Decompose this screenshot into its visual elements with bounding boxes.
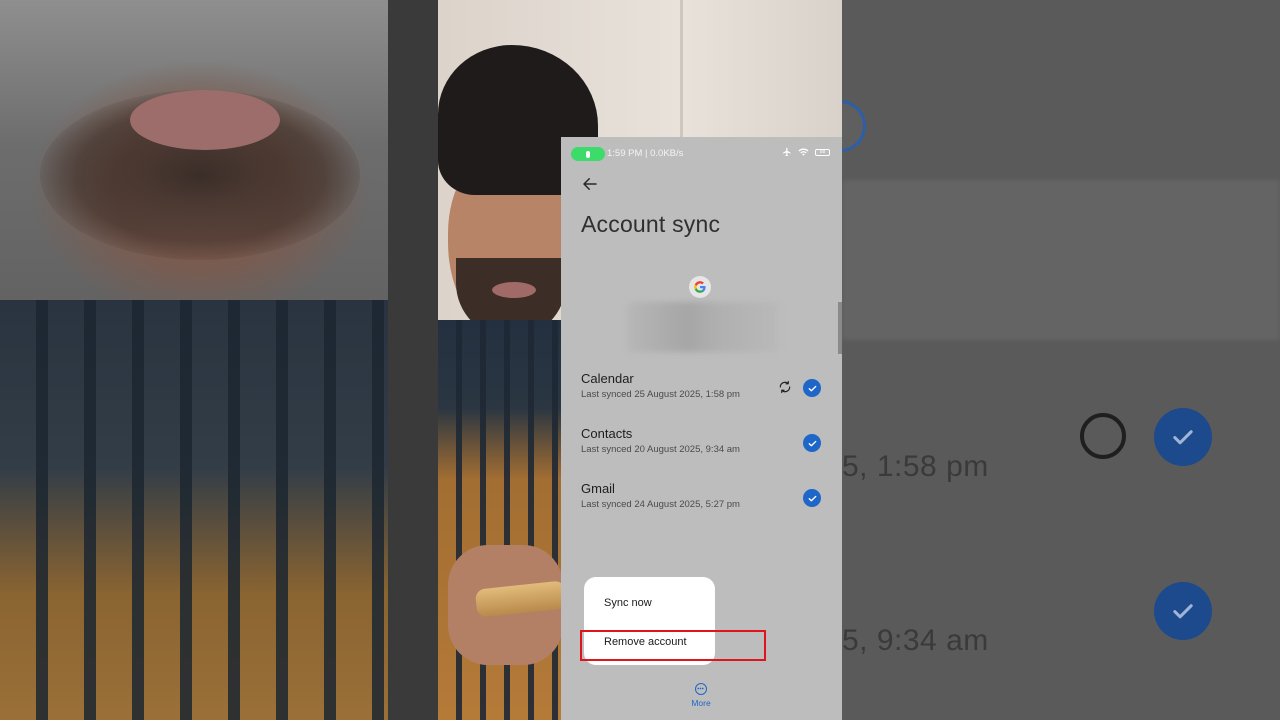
background-sync-icon xyxy=(1080,413,1126,459)
status-icons: 88 xyxy=(782,147,830,157)
background-contacts-time: 5, 9:34 am xyxy=(842,624,989,657)
sync-item-gmail[interactable]: Gmail Last synced 24 August 2025, 5:27 p… xyxy=(581,481,826,521)
airplane-icon xyxy=(782,147,791,157)
sync-item-subtitle: Last synced 24 August 2025, 5:27 pm xyxy=(581,499,740,510)
background-google-logo-fragment xyxy=(842,100,866,152)
checkbox-checked-icon[interactable] xyxy=(803,489,821,507)
background-lips xyxy=(130,90,280,150)
sync-item-title: Contacts xyxy=(581,426,633,441)
mic-icon xyxy=(586,150,590,158)
wifi-icon xyxy=(798,148,809,156)
mic-indicator xyxy=(571,147,605,161)
back-arrow-icon[interactable] xyxy=(581,175,599,193)
background-left-zoom xyxy=(0,0,438,720)
background-shirt xyxy=(0,300,438,720)
battery-icon: 88 xyxy=(815,148,830,156)
presenter-mouth xyxy=(492,282,536,298)
status-bar: 1:59 PM | 0.0KB/s 88 xyxy=(561,145,842,163)
account-email-blurred xyxy=(627,302,779,352)
background-check-icon xyxy=(1154,408,1212,466)
background-right-zoom: 5, 1:58 pm 5, 9:34 am xyxy=(842,0,1280,720)
syncing-icon xyxy=(779,380,791,394)
scroll-edge xyxy=(838,302,842,354)
background-blurred-account xyxy=(842,180,1280,340)
highlight-box xyxy=(580,630,766,661)
sync-item-title: Gmail xyxy=(581,481,615,496)
page-title: Account sync xyxy=(581,211,721,237)
more-icon xyxy=(695,683,707,695)
wall-edge xyxy=(680,0,683,140)
google-logo-icon xyxy=(689,276,711,298)
checkbox-checked-icon[interactable] xyxy=(803,434,821,452)
sync-item-subtitle: Last synced 20 August 2025, 9:34 am xyxy=(581,444,740,455)
status-time: 1:59 PM | 0.0KB/s xyxy=(607,148,684,159)
sync-item-calendar[interactable]: Calendar Last synced 25 August 2025, 1:5… xyxy=(581,371,826,411)
checkbox-checked-icon[interactable] xyxy=(803,379,821,397)
sync-item-contacts[interactable]: Contacts Last synced 20 August 2025, 9:3… xyxy=(581,426,826,466)
more-label: More xyxy=(691,698,711,708)
menu-item-sync-now[interactable]: Sync now xyxy=(604,597,652,609)
background-divider xyxy=(388,0,438,720)
background-calendar-time: 5, 1:58 pm xyxy=(842,450,989,483)
more-button[interactable]: More xyxy=(686,683,716,708)
background-check-icon xyxy=(1154,582,1212,640)
